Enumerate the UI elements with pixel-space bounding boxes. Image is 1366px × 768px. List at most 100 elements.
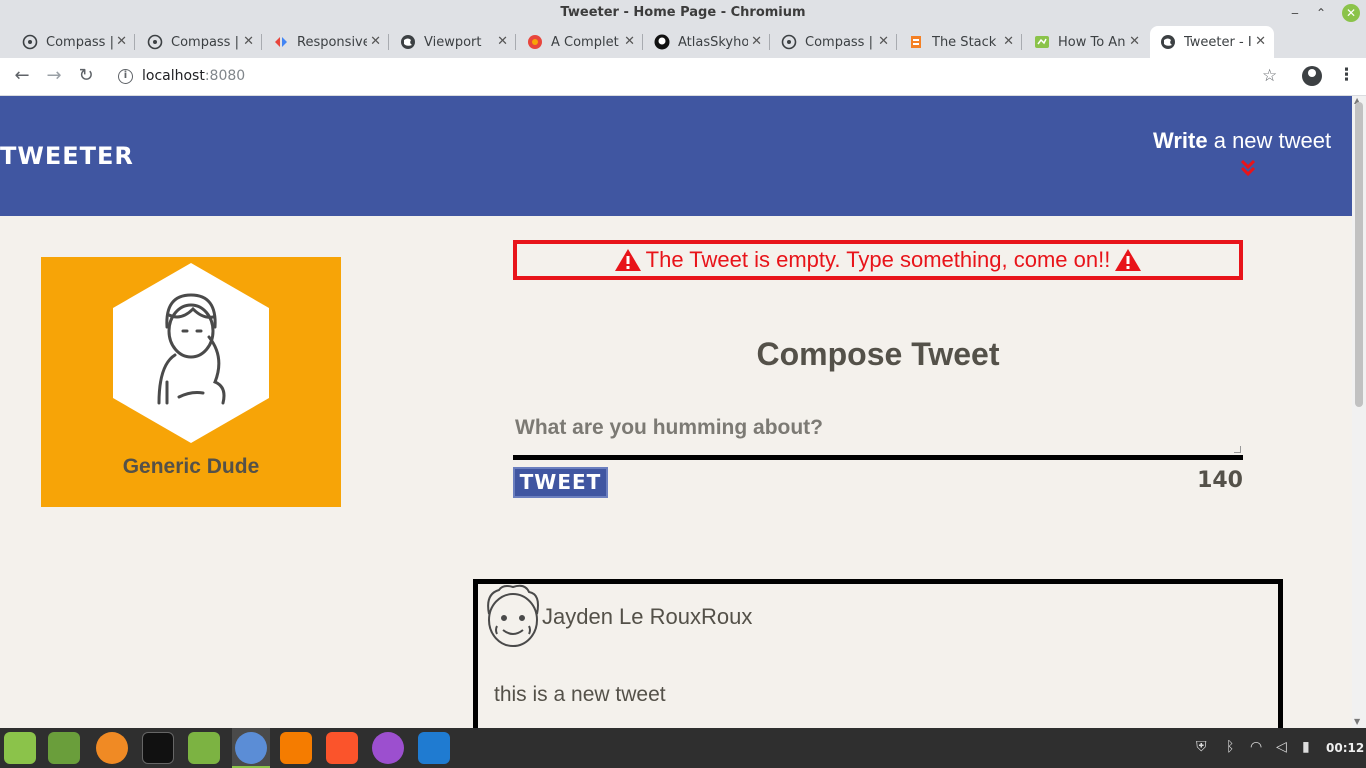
scroll-thumb[interactable] <box>1355 102 1363 407</box>
compose-title: Compose Tweet <box>756 336 1000 372</box>
profile-name: Generic Dude <box>122 455 260 478</box>
tab-viewport[interactable]: Viewport ✕ <box>390 26 516 58</box>
site-nav: TWEETER Write a new tweet <box>0 96 1352 216</box>
chromium-icon[interactable] <box>235 732 267 764</box>
bluetooth-icon[interactable]: ᛒ <box>1226 739 1234 755</box>
warning-icon <box>614 248 642 272</box>
tab-close-icon[interactable]: ✕ <box>1003 34 1014 49</box>
tab-responsive[interactable]: Responsive ✕ <box>263 26 389 58</box>
tweet-textarea[interactable]: What are you humming about? <box>513 410 1243 460</box>
tab-label: Compass | <box>46 34 114 50</box>
write-rest-label: a new tweet <box>1207 128 1332 153</box>
reload-icon[interactable]: ↻ <box>74 65 98 89</box>
tweet-body: this is a new tweet <box>494 683 666 706</box>
forward-icon[interactable]: → <box>42 65 66 89</box>
tab-compass-2[interactable]: Compass | ✕ <box>137 26 262 58</box>
tab-close-icon[interactable]: ✕ <box>116 34 127 49</box>
write-tweet-toggle[interactable]: Write a new tweet <box>1153 128 1331 154</box>
tab-tweeter[interactable]: Tweeter - I ✕ <box>1150 26 1274 58</box>
tab-stack[interactable]: The Stack ✕ <box>898 26 1022 58</box>
tab-close-icon[interactable]: ✕ <box>370 34 381 49</box>
globe-icon <box>400 34 416 50</box>
media-player-icon[interactable] <box>280 732 312 764</box>
globe-icon <box>1160 34 1176 50</box>
menu-dots-icon[interactable]: ⋮ <box>1338 65 1355 85</box>
globe-icon <box>147 34 163 50</box>
site-brand[interactable]: TWEETER <box>0 142 134 170</box>
page-scrollbar[interactable]: ▲ ▼ <box>1352 96 1366 728</box>
maximize-icon[interactable]: ⌃ <box>1312 4 1330 22</box>
user-avatar-icon <box>487 584 539 647</box>
clock[interactable]: 00:12 <box>1326 741 1364 755</box>
tab-label: Tweeter - I <box>1184 34 1252 50</box>
tab-compass-1[interactable]: Compass | ✕ <box>12 26 135 58</box>
tab-close-icon[interactable]: ✕ <box>1129 34 1140 49</box>
stack-icon <box>908 34 924 50</box>
address-bar[interactable]: i localhost:8080 <box>110 63 1290 91</box>
url-port: :8080 <box>204 68 246 84</box>
url-host: localhost <box>142 68 205 84</box>
tab-separator <box>388 34 389 50</box>
back-icon[interactable]: ← <box>10 65 34 89</box>
globe-icon <box>22 34 38 50</box>
profile-card: Generic Dude <box>41 257 341 507</box>
folder-icon[interactable] <box>188 732 220 764</box>
tweet-placeholder: What are you humming about? <box>515 416 823 439</box>
tab-github[interactable]: AtlasSkyho ✕ <box>644 26 770 58</box>
brave-icon[interactable] <box>326 732 358 764</box>
error-text: The Tweet is empty. Type something, come… <box>645 247 1111 272</box>
window-title: Tweeter - Home Page - Chromium <box>560 5 806 20</box>
tab-separator <box>642 34 643 50</box>
shield-icon[interactable]: ⛨ <box>1196 739 1207 755</box>
vscode-icon[interactable] <box>418 732 450 764</box>
browser-toolbar: ← → ↻ i localhost:8080 ☆ ⋮ <box>0 58 1366 96</box>
wifi-icon[interactable]: ◠ <box>1250 739 1262 755</box>
url-text[interactable]: localhost:8080 <box>142 68 245 84</box>
tab-compass-3[interactable]: Compass | ✕ <box>771 26 897 58</box>
info-icon[interactable]: i <box>118 69 133 84</box>
chevron-down-icon[interactable] <box>1240 159 1256 177</box>
tab-close-icon[interactable]: ✕ <box>878 34 889 49</box>
firefox-icon[interactable] <box>96 732 128 764</box>
resize-grip-icon[interactable] <box>1234 446 1241 453</box>
tweet-author: Jayden Le RouxRoux <box>542 604 753 629</box>
tab-close-icon[interactable]: ✕ <box>243 34 254 49</box>
battery-icon[interactable]: ▮ <box>1302 739 1310 755</box>
responsive-icon <box>273 34 289 50</box>
tab-label: Responsive <box>297 34 367 50</box>
tab-how-to[interactable]: How To An ✕ <box>1024 26 1148 58</box>
os-taskbar: ⛨ ᛒ ◠ ◁ ▮ 00:12 <box>0 728 1366 768</box>
tab-separator <box>515 34 516 50</box>
profile-icon[interactable] <box>1302 66 1322 86</box>
podcasts-icon[interactable] <box>372 732 404 764</box>
tab-close-icon[interactable]: ✕ <box>497 34 508 49</box>
tab-close-icon[interactable]: ✕ <box>1255 34 1266 49</box>
tab-complete[interactable]: A Complet ✕ <box>517 26 643 58</box>
leaf-icon <box>1034 34 1050 50</box>
tab-separator <box>134 34 135 50</box>
tab-strip: Compass | ✕ Compass | ✕ Responsive ✕ Vie… <box>0 26 1366 78</box>
error-message: The Tweet is empty. Type something, come… <box>513 240 1243 280</box>
avatar-icon <box>157 293 226 405</box>
tweet-button[interactable]: TWEET <box>513 467 608 498</box>
tab-label: Compass | <box>805 34 873 50</box>
warning-icon <box>1114 248 1142 272</box>
tab-separator <box>769 34 770 50</box>
mint-menu-icon[interactable] <box>4 732 36 764</box>
files-icon[interactable] <box>48 732 80 764</box>
tweet-article: Jayden Le RouxRoux this is a new tweet <box>473 579 1283 728</box>
tab-close-icon[interactable]: ✕ <box>751 34 762 49</box>
scroll-down-icon[interactable]: ▼ <box>1354 717 1360 726</box>
window-titlebar: Tweeter - Home Page - Chromium ‒ ⌃ ✕ <box>0 0 1366 26</box>
close-window-icon[interactable]: ✕ <box>1342 4 1360 22</box>
minimize-icon[interactable]: ‒ <box>1286 4 1304 22</box>
volume-icon[interactable]: ◁ <box>1276 739 1287 755</box>
tab-close-icon[interactable]: ✕ <box>624 34 635 49</box>
bookmark-star-icon[interactable]: ☆ <box>1262 66 1277 86</box>
write-bold-label: Write <box>1153 128 1208 153</box>
tab-label: Viewport <box>424 34 482 50</box>
tab-label: Compass | <box>171 34 239 50</box>
terminal-icon[interactable] <box>142 732 174 764</box>
tab-separator <box>1021 34 1022 50</box>
github-icon <box>654 34 670 50</box>
